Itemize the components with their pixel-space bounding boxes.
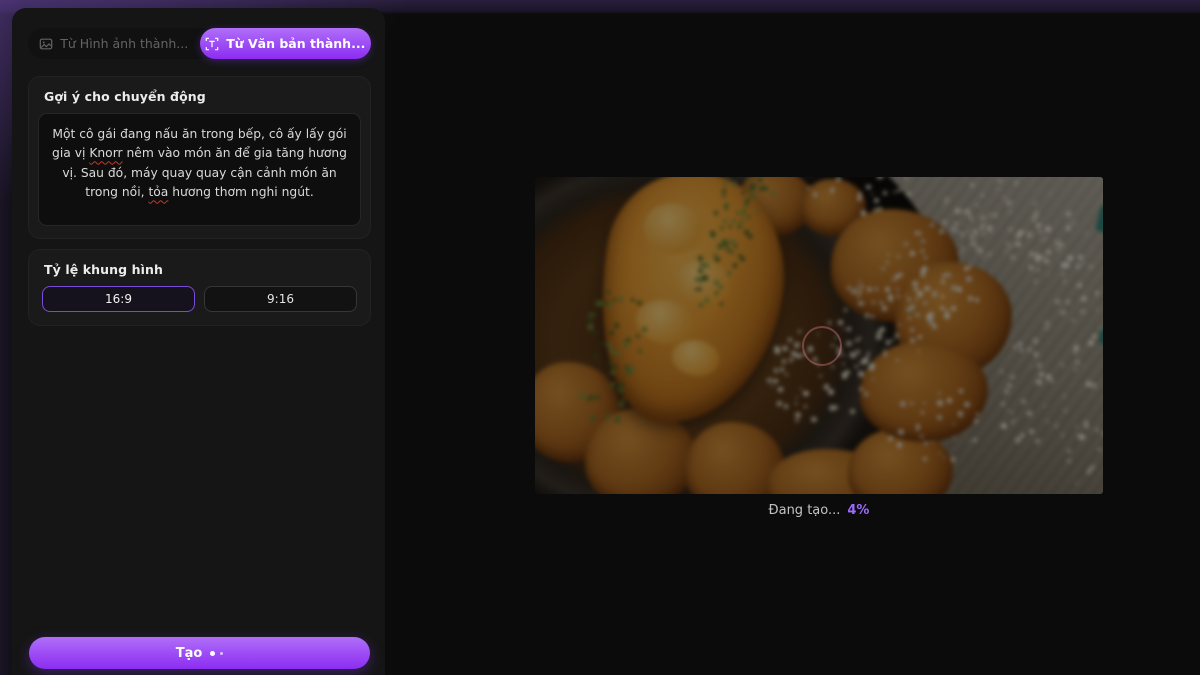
sidebar-spacer bbox=[28, 326, 371, 637]
sidebar-panel: Từ Hình ảnh thành... Từ Văn bản thành...… bbox=[12, 8, 385, 675]
tab-label: Từ Hình ảnh thành... bbox=[60, 36, 188, 51]
tab-image-to-video[interactable]: Từ Hình ảnh thành... bbox=[28, 28, 200, 59]
mode-tabs: Từ Hình ảnh thành... Từ Văn bản thành... bbox=[28, 28, 371, 59]
tab-text-to-video[interactable]: Từ Văn bản thành... bbox=[200, 28, 372, 59]
status-text: Đang tạo... bbox=[769, 503, 841, 518]
prompt-text: hương thơm nghi ngút. bbox=[168, 185, 313, 199]
motion-prompt-card: Gợi ý cho chuyển động Một cô gái đang nấ… bbox=[28, 76, 371, 239]
text-frame-icon bbox=[205, 37, 219, 51]
generate-button-label: Tạo bbox=[176, 646, 203, 661]
tab-label: Từ Văn bản thành... bbox=[226, 36, 365, 51]
motion-prompt-input[interactable]: Một cô gái đang nấu ăn trong bếp, cô ấy … bbox=[38, 113, 361, 226]
misspelled-word: Knorr bbox=[89, 146, 122, 160]
loading-dots-icon bbox=[210, 651, 223, 656]
aspect-option-16-9[interactable]: 16:9 bbox=[42, 286, 195, 312]
aspect-ratio-label: Tỷ lệ khung hình bbox=[44, 262, 361, 277]
aspect-option-9-16[interactable]: 9:16 bbox=[204, 286, 357, 312]
aspect-ratio-card: Tỷ lệ khung hình 16:9 9:16 bbox=[28, 249, 371, 326]
video-preview[interactable] bbox=[535, 177, 1103, 494]
generation-status: Đang tạo... 4% bbox=[535, 503, 1103, 518]
status-percent: 4% bbox=[847, 503, 869, 518]
image-icon bbox=[39, 37, 53, 51]
misspelled-word: tỏa bbox=[148, 185, 168, 199]
motion-prompt-label: Gợi ý cho chuyển động bbox=[44, 89, 361, 104]
focus-ring-indicator bbox=[802, 326, 842, 366]
generate-button[interactable]: Tạo bbox=[29, 637, 370, 669]
